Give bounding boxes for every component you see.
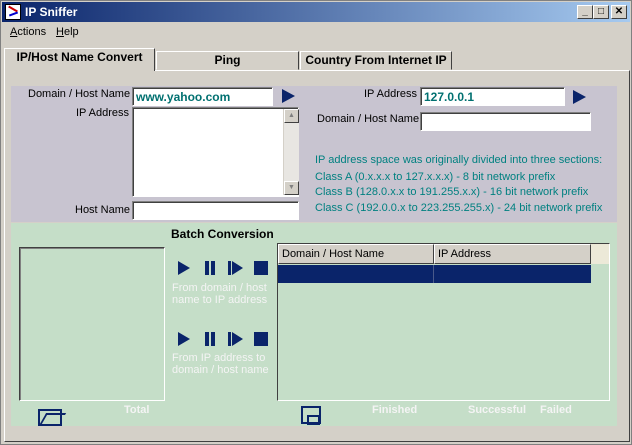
tab-ip-host-convert[interactable]: IP/Host Name Convert — [4, 48, 155, 71]
table-row-selected[interactable] — [278, 265, 591, 283]
total-label: Total — [124, 404, 150, 416]
info-line: IP address space was originally divided … — [315, 154, 603, 166]
app-icon — [5, 4, 21, 20]
info-line: Class B (128.0.x.x to 191.255.x.x) - 16 … — [315, 186, 589, 198]
play-icon[interactable] — [177, 261, 191, 275]
batch-hint-ip-to-domain: From IP address to domain / host name — [172, 352, 269, 376]
scroll-down-icon[interactable]: ▼ — [284, 181, 299, 195]
domain-host-input[interactable]: www.yahoo.com — [132, 87, 273, 106]
column-header-ip[interactable]: IP Address — [434, 244, 591, 264]
info-line: Class C (192.0.0.x to 223.255.255.x) - 2… — [315, 202, 603, 214]
scroll-up-icon[interactable]: ▲ — [284, 109, 299, 123]
step-forward-icon[interactable] — [228, 332, 243, 346]
menu-help[interactable]: Help — [56, 26, 79, 38]
step-forward-icon[interactable] — [228, 261, 243, 275]
pause-icon[interactable] — [203, 261, 217, 275]
right-domain-host-output[interactable] — [420, 112, 591, 131]
column-header-domain[interactable]: Domain / Host Name — [278, 244, 434, 264]
save-icon[interactable] — [301, 406, 321, 425]
info-line: Class A (0.x.x.x to 127.x.x.x) - 8 bit n… — [315, 171, 556, 183]
menu-bar: Actions Help — [2, 23, 630, 41]
minimize-button[interactable]: _ — [577, 5, 593, 19]
pause-icon[interactable] — [203, 332, 217, 346]
cell-divider — [433, 265, 434, 283]
batch-input-list[interactable] — [19, 247, 165, 401]
window-title: IP Sniffer — [25, 5, 78, 19]
ip-address-label: IP Address — [76, 107, 129, 119]
right-ip-address-input[interactable]: 127.0.0.1 — [420, 87, 565, 106]
failed-label: Failed — [540, 404, 572, 416]
batch-conversion-title: Batch Conversion — [171, 227, 274, 241]
title-bar: IP Sniffer _ □ ✕ — [2, 2, 630, 22]
stop-icon[interactable] — [254, 332, 268, 346]
host-name-label: Host Name — [75, 204, 131, 216]
resolve-ip-arrow-icon[interactable] — [572, 90, 586, 104]
resolve-domain-arrow-icon[interactable] — [281, 89, 295, 103]
successful-label: Successful — [468, 404, 527, 416]
host-name-input[interactable] — [132, 201, 299, 220]
open-folder-icon[interactable] — [37, 406, 63, 426]
menu-actions[interactable]: Actions — [10, 26, 46, 38]
play-icon[interactable] — [177, 332, 191, 346]
domain-host-label: Domain / Host Name — [28, 88, 131, 100]
close-button[interactable]: ✕ — [611, 5, 627, 19]
tab-country-from-ip[interactable]: Country From Internet IP — [300, 51, 452, 70]
stop-icon[interactable] — [254, 261, 268, 275]
right-domain-host-label: Domain / Host Name — [317, 113, 420, 125]
finished-label: Finished — [372, 404, 418, 416]
ip-address-scrollbar[interactable]: ▲ ▼ — [283, 109, 299, 195]
app-window: IP Sniffer _ □ ✕ Actions Help IP/Host Na… — [0, 0, 632, 445]
tab-ping[interactable]: Ping — [156, 51, 299, 70]
ip-address-result-box[interactable] — [132, 107, 299, 197]
right-ip-address-label: IP Address — [364, 88, 417, 100]
batch-results-table[interactable]: Domain / Host Name IP Address — [277, 243, 610, 401]
maximize-button[interactable]: □ — [593, 5, 609, 19]
header-spacer — [591, 244, 609, 264]
batch-hint-domain-to-ip: From domain / host name to IP address — [172, 282, 268, 306]
